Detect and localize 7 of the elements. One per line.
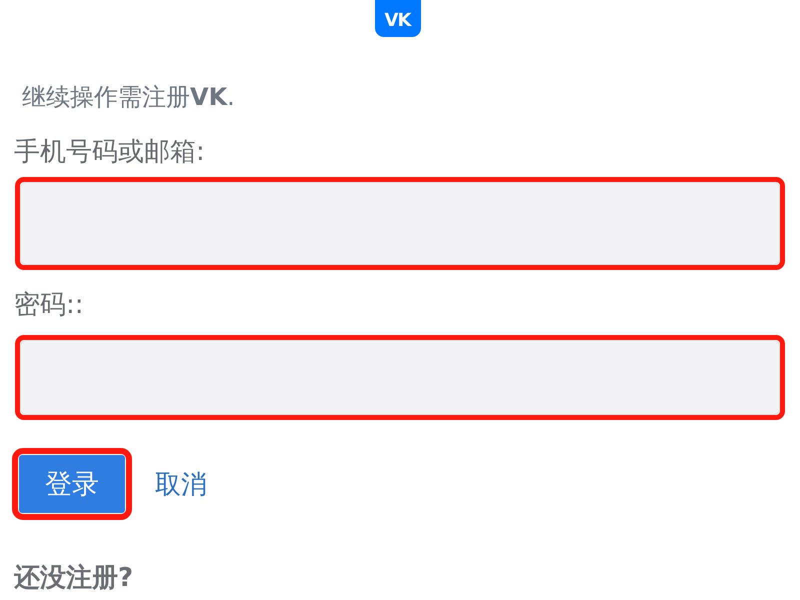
app-logo: VK [374, 0, 420, 37]
field-label: 手机号码或邮箱: [14, 137, 205, 167]
register-prompt: 还没注册? [14, 563, 134, 593]
login-button[interactable]: 登录 [19, 455, 125, 513]
intro-text: 继续操作需注册VK. [22, 83, 235, 111]
field-label: 密码:: [14, 290, 84, 320]
cancel-link[interactable]: 取消 [155, 466, 207, 502]
